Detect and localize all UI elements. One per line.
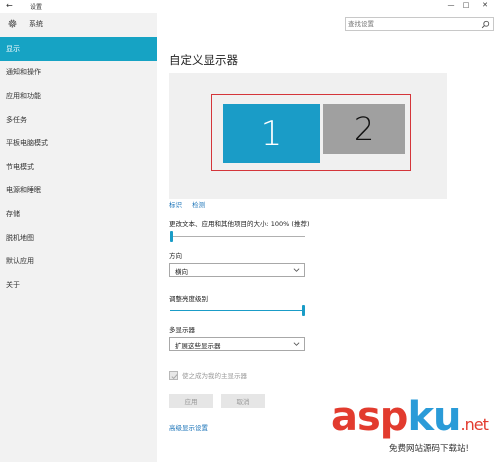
sidebar-item-label: 节电模式: [6, 162, 34, 171]
page-title: 自定义显示器: [169, 53, 238, 67]
monitor-1-tile[interactable]: 1: [223, 104, 320, 163]
sidebar-item-label: 多任务: [6, 115, 27, 124]
monitor-2-number: 2: [353, 110, 375, 148]
sidebar-item-label: 应用和功能: [6, 91, 41, 100]
orientation-label: 方向: [169, 252, 182, 260]
title-bar: ← 设置 — □ ✕: [0, 0, 500, 13]
sidebar-item-battery-saver[interactable]: 节电模式: [0, 155, 157, 179]
multi-display-value: 扩展这些显示器: [175, 342, 221, 350]
apply-button[interactable]: 应用: [169, 394, 213, 408]
advanced-display-settings-link[interactable]: 高级显示设置: [169, 422, 208, 432]
identify-link[interactable]: 标识: [169, 201, 182, 209]
sidebar-item-label: 默认应用: [6, 257, 34, 266]
sidebar-item-storage[interactable]: 存储: [0, 202, 157, 226]
sidebar-item-label: 电源和睡眠: [6, 186, 41, 195]
orientation-value: 横向: [175, 268, 188, 276]
main-display-checkbox-label: 使之成为我的主显示器: [182, 372, 247, 380]
sidebar-item-default-apps[interactable]: 默认应用: [0, 249, 157, 273]
monitor-1-number: 1: [260, 113, 283, 154]
orientation-select[interactable]: 横向: [169, 263, 305, 277]
detect-link[interactable]: 检测: [192, 201, 205, 209]
main-display-checkbox-row: 使之成为我的主显示器: [169, 369, 247, 381]
gear-icon: [8, 19, 17, 28]
sidebar-item-label: 平板电脑模式: [6, 139, 48, 148]
sidebar-item-offline-maps[interactable]: 脱机地图: [0, 226, 157, 250]
chevron-down-icon: [293, 268, 300, 272]
sidebar: 系统 显示 通知和操作 应用和功能 多任务 平板电脑模式 节电模式 电源和睡眠 …: [0, 13, 157, 462]
scale-label: 更改文本、应用和其他项目的大小: 100% (推荐): [169, 220, 310, 228]
sidebar-item-notifications[interactable]: 通知和操作: [0, 61, 157, 85]
sidebar-item-display[interactable]: 显示: [0, 37, 157, 61]
sidebar-item-label: 通知和操作: [6, 68, 41, 77]
display-arrangement-area: 1 2: [169, 73, 447, 199]
sidebar-item-tablet-mode[interactable]: 平板电脑模式: [0, 131, 157, 155]
monitor-2-tile[interactable]: 2: [323, 104, 405, 154]
sidebar-header[interactable]: 系统: [0, 17, 157, 31]
sidebar-item-apps[interactable]: 应用和功能: [0, 84, 157, 108]
maximize-button[interactable]: □: [459, 1, 473, 9]
minimize-button[interactable]: —: [444, 1, 458, 9]
cancel-button[interactable]: 取消: [221, 394, 265, 408]
scale-slider[interactable]: [170, 231, 305, 242]
sidebar-item-label: 存储: [6, 209, 20, 218]
sidebar-item-label: 关于: [6, 280, 20, 289]
sidebar-header-label: 系统: [29, 20, 43, 28]
multi-display-select[interactable]: 扩展这些显示器: [169, 337, 305, 351]
sidebar-item-label: 显示: [6, 44, 20, 53]
window-title: 设置: [30, 4, 43, 11]
scale-slider-thumb[interactable]: [170, 231, 173, 242]
sidebar-item-label: 脱机地图: [6, 233, 34, 242]
sidebar-item-about[interactable]: 关于: [0, 273, 157, 297]
sidebar-nav: 显示 通知和操作 应用和功能 多任务 平板电脑模式 节电模式 电源和睡眠 存储 …: [0, 37, 157, 297]
watermark-logo: aspku.net 免费网站源码下载站!: [331, 394, 500, 462]
multi-display-label: 多显示器: [169, 326, 195, 334]
watermark-brand: aspku.net: [331, 394, 489, 440]
close-button[interactable]: ✕: [478, 1, 492, 9]
watermark-subtitle: 免费网站源码下载站!: [389, 444, 469, 454]
brightness-slider-fill: [170, 310, 304, 311]
chevron-down-icon: [293, 342, 300, 346]
main-display-checkbox[interactable]: [169, 370, 178, 380]
sidebar-item-power-sleep[interactable]: 电源和睡眠: [0, 179, 157, 203]
brightness-slider-thumb[interactable]: [302, 305, 305, 316]
sidebar-item-multitasking[interactable]: 多任务: [0, 108, 157, 132]
checkmark-icon: [171, 373, 178, 379]
brightness-slider[interactable]: [170, 305, 305, 316]
identify-detect-links: 标识 检测: [169, 199, 213, 209]
back-arrow-icon[interactable]: ←: [6, 1, 13, 10]
brightness-label: 调整亮度级别: [169, 295, 208, 303]
